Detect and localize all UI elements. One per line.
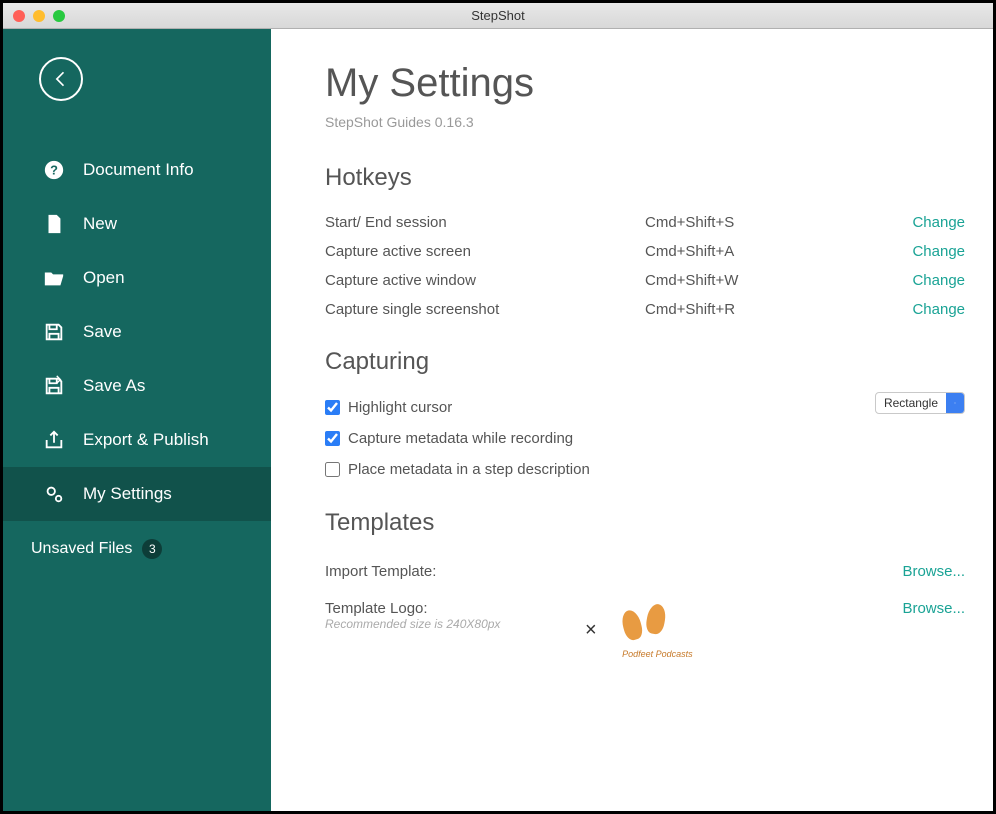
change-hotkey-link[interactable]: Change: [912, 243, 965, 260]
main-content: My Settings StepShot Guides 0.16.3 Hotke…: [271, 29, 993, 811]
save-as-icon: [43, 375, 65, 397]
template-logo-label: Template Logo:: [325, 600, 585, 617]
gears-icon: [43, 483, 65, 505]
minimize-window-icon[interactable]: [33, 10, 45, 22]
app-version: StepShot Guides 0.16.3: [325, 114, 965, 130]
folder-open-icon: [43, 267, 65, 289]
back-button[interactable]: [39, 57, 83, 101]
import-template-label: Import Template:: [325, 563, 585, 580]
sidebar-item-open[interactable]: Open: [3, 251, 271, 305]
sidebar-item-new[interactable]: New: [3, 197, 271, 251]
hotkeys-heading: Hotkeys: [325, 164, 965, 192]
sidebar-item-label: My Settings: [83, 484, 172, 504]
svg-text:?: ?: [50, 163, 58, 178]
share-icon: [43, 429, 65, 451]
highlight-cursor-row: Highlight cursor: [325, 392, 875, 423]
templates-heading: Templates: [325, 509, 965, 537]
sidebar-item-label: Save: [83, 322, 122, 342]
hotkey-value: Cmd+Shift+R: [645, 301, 912, 318]
titlebar: StepShot: [3, 3, 993, 29]
sidebar-item-export-publish[interactable]: Export & Publish: [3, 413, 271, 467]
hotkey-value: Cmd+Shift+A: [645, 243, 912, 260]
sidebar-item-label: New: [83, 214, 117, 234]
logo-text: Podfeet Podcasts: [622, 650, 693, 660]
hotkey-label: Capture single screenshot: [325, 301, 645, 318]
unsaved-files[interactable]: Unsaved Files 3: [3, 521, 271, 577]
unsaved-files-label: Unsaved Files: [31, 540, 132, 558]
remove-logo-icon[interactable]: ×: [585, 619, 597, 642]
place-metadata-label: Place metadata in a step description: [348, 461, 590, 478]
hotkey-value: Cmd+Shift+S: [645, 214, 912, 231]
import-template-row: Import Template: Browse...: [325, 553, 965, 590]
cursor-shape-value: Rectangle: [876, 396, 946, 410]
highlight-cursor-checkbox[interactable]: [325, 400, 340, 415]
capture-metadata-label: Capture metadata while recording: [348, 430, 573, 447]
template-logo-browse[interactable]: Browse...: [902, 600, 965, 617]
hotkey-row-single-screenshot: Capture single screenshot Cmd+Shift+R Ch…: [325, 295, 965, 324]
sidebar-item-document-info[interactable]: ? Document Info: [3, 143, 271, 197]
capture-metadata-row: Capture metadata while recording: [325, 423, 875, 454]
change-hotkey-link[interactable]: Change: [912, 301, 965, 318]
cursor-shape-select[interactable]: Rectangle: [875, 392, 965, 414]
hotkey-row-active-screen: Capture active screen Cmd+Shift+A Change: [325, 237, 965, 266]
hotkey-value: Cmd+Shift+W: [645, 272, 912, 289]
sidebar-item-label: Document Info: [83, 160, 194, 180]
close-window-icon[interactable]: [13, 10, 25, 22]
highlight-cursor-label: Highlight cursor: [348, 399, 452, 416]
arrow-left-icon: [51, 69, 71, 89]
sidebar-item-save-as[interactable]: Save As: [3, 359, 271, 413]
help-circle-icon: ?: [43, 159, 65, 181]
sidebar-item-save[interactable]: Save: [3, 305, 271, 359]
chevron-updown-icon: [946, 393, 964, 413]
traffic-lights: [3, 10, 65, 22]
hotkey-label: Start/ End session: [325, 214, 645, 231]
hotkey-row-start-end: Start/ End session Cmd+Shift+S Change: [325, 208, 965, 237]
sidebar-item-label: Open: [83, 268, 125, 288]
import-template-browse[interactable]: Browse...: [902, 563, 965, 580]
change-hotkey-link[interactable]: Change: [912, 272, 965, 289]
template-logo-hint: Recommended size is 240X80px: [325, 617, 585, 631]
page-title: My Settings: [325, 61, 965, 106]
sidebar: ? Document Info New Open Save: [3, 29, 271, 811]
save-icon: [43, 321, 65, 343]
window-title: StepShot: [471, 8, 525, 23]
capture-metadata-checkbox[interactable]: [325, 431, 340, 446]
file-icon: [43, 213, 65, 235]
capturing-heading: Capturing: [325, 348, 965, 376]
template-logo-row: Template Logo: Recommended size is 240X8…: [325, 590, 965, 670]
sidebar-item-my-settings[interactable]: My Settings: [3, 467, 271, 521]
template-logo-image: Podfeet Podcasts: [605, 600, 695, 660]
unsaved-count-badge: 3: [142, 539, 162, 559]
sidebar-item-label: Save As: [83, 376, 145, 396]
sidebar-item-label: Export & Publish: [83, 430, 209, 450]
hotkey-row-active-window: Capture active window Cmd+Shift+W Change: [325, 266, 965, 295]
place-metadata-row: Place metadata in a step description: [325, 454, 875, 485]
change-hotkey-link[interactable]: Change: [912, 214, 965, 231]
place-metadata-checkbox[interactable]: [325, 462, 340, 477]
hotkey-label: Capture active screen: [325, 243, 645, 260]
hotkey-label: Capture active window: [325, 272, 645, 289]
fullscreen-window-icon[interactable]: [53, 10, 65, 22]
